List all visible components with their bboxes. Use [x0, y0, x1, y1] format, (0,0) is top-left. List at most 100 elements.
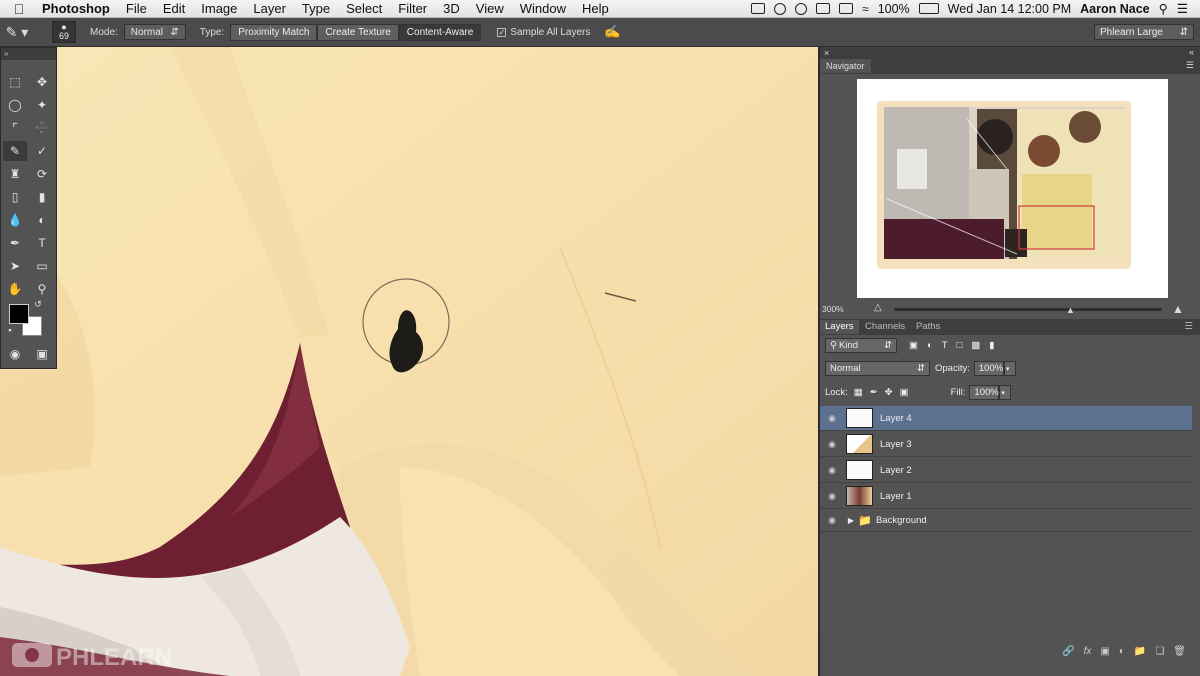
eye-icon[interactable]: ◉: [820, 439, 844, 450]
search-icon[interactable]: ⚲: [1159, 1, 1168, 16]
type-proximity-match[interactable]: Proximity Match: [230, 23, 318, 41]
tab-channels[interactable]: Channels: [860, 320, 910, 334]
menu-window[interactable]: Window: [512, 1, 574, 16]
menu-edit[interactable]: Edit: [155, 1, 193, 16]
stamp-tool-icon[interactable]: ♜: [3, 164, 27, 184]
navigator-preview[interactable]: [857, 79, 1168, 298]
quick-mask-icon[interactable]: ◉: [3, 344, 27, 364]
expand-triangle-icon[interactable]: ▶: [844, 516, 858, 525]
eye-icon[interactable]: ◉: [820, 491, 844, 502]
filter-type-icon[interactable]: T: [942, 340, 948, 351]
layer-row-layer-2[interactable]: ◉ Layer 2: [820, 458, 1192, 483]
battery-icon[interactable]: [918, 3, 939, 14]
eye-icon[interactable]: ◉: [820, 413, 844, 424]
airplay-icon[interactable]: [839, 3, 854, 14]
creative-cloud-icon[interactable]: [774, 2, 787, 15]
lasso-tool-icon[interactable]: ◯: [3, 95, 27, 115]
tools-panel-collapse[interactable]: »: [1, 48, 56, 60]
layer-style-icon[interactable]: fx: [1084, 646, 1092, 657]
blur-tool-icon[interactable]: 💧: [3, 210, 27, 230]
zoom-slider-track[interactable]: [894, 308, 1162, 311]
brush-preset-picker[interactable]: ● 69: [52, 21, 76, 43]
menu-image[interactable]: Image: [193, 1, 245, 16]
filter-smart-object-icon[interactable]: ▩: [971, 340, 980, 351]
panel-menu-icon[interactable]: ☰: [1186, 60, 1194, 71]
opacity-input[interactable]: 100%: [973, 361, 1004, 376]
magic-wand-icon[interactable]: ✦: [30, 95, 54, 115]
zoom-slider-thumb-icon[interactable]: ▲: [1066, 305, 1075, 315]
menu-file[interactable]: File: [118, 1, 155, 16]
screen-mode-icon[interactable]: ▣: [30, 344, 54, 364]
type-tool-icon[interactable]: T: [30, 233, 54, 253]
eye-icon[interactable]: ◉: [820, 465, 844, 476]
layer-row-layer-3[interactable]: ◉ Layer 3: [820, 432, 1192, 457]
menu-app-name[interactable]: Photoshop: [38, 1, 118, 16]
list-icon[interactable]: ☰: [1177, 1, 1188, 16]
lock-transparent-icon[interactable]: ▦: [854, 387, 863, 398]
menu-3d[interactable]: 3D: [435, 1, 468, 16]
close-icon[interactable]: ×: [824, 48, 829, 58]
marquee-tool-icon[interactable]: ⬚: [3, 72, 27, 92]
menu-filter[interactable]: Filter: [390, 1, 435, 16]
tab-navigator[interactable]: Navigator: [820, 59, 871, 73]
collapse-icon[interactable]: «: [1189, 47, 1194, 57]
type-create-texture[interactable]: Create Texture: [317, 23, 399, 41]
wifi-icon[interactable]: ≈: [862, 2, 869, 16]
default-colors-icon[interactable]: ▪: [3, 324, 17, 336]
layer-row-layer-1[interactable]: ◉ Layer 1: [820, 484, 1192, 509]
type-content-aware[interactable]: Content-Aware: [398, 23, 482, 41]
filter-adjustment-icon[interactable]: ◐: [927, 340, 933, 351]
dodge-tool-icon[interactable]: ◐: [30, 210, 54, 230]
spot-healing-brush-icon[interactable]: ✎ ▾: [0, 21, 34, 43]
pen-tool-icon[interactable]: ✒: [3, 233, 27, 253]
hand-tool-icon[interactable]: ✋: [3, 279, 27, 299]
filter-toggle-icon[interactable]: ▮: [989, 340, 994, 351]
zoom-in-icon[interactable]: ▲: [1172, 302, 1184, 316]
adjustment-layer-icon[interactable]: ◐: [1119, 646, 1125, 657]
shape-tool-icon[interactable]: ▭: [30, 256, 54, 276]
camera-icon[interactable]: [751, 3, 766, 14]
navigator-zoom-value[interactable]: 300%: [822, 304, 844, 314]
layer-row-background[interactable]: ◉ ▶ 📁 Background: [820, 510, 1192, 532]
move-tool-icon[interactable]: ✥: [30, 72, 54, 92]
add-mask-icon[interactable]: ▣: [1100, 646, 1109, 657]
fill-dropdown-icon[interactable]: ▾: [999, 385, 1012, 400]
pressure-size-icon[interactable]: ✍: [604, 24, 620, 40]
user-name[interactable]: Aaron Nace: [1080, 2, 1149, 16]
fill-input[interactable]: 100%: [969, 385, 1000, 400]
blend-mode-select[interactable]: Normal ⇵: [825, 361, 930, 376]
foreground-color-swatch[interactable]: [9, 304, 29, 324]
menu-type[interactable]: Type: [294, 1, 338, 16]
path-selection-icon[interactable]: ➤: [3, 256, 27, 276]
tab-layers[interactable]: Layers: [820, 320, 859, 334]
gradient-tool-icon[interactable]: ▮: [30, 187, 54, 207]
mode-select[interactable]: Normal ⇵: [123, 24, 186, 40]
zoom-out-icon[interactable]: △: [874, 302, 882, 313]
tab-paths[interactable]: Paths: [911, 320, 945, 334]
apple-icon[interactable]: : [0, 1, 38, 17]
lock-all-icon[interactable]: ▣: [900, 387, 909, 398]
menu-help[interactable]: Help: [574, 1, 617, 16]
window-icon[interactable]: [816, 3, 831, 14]
eyedropper-icon[interactable]: ➗: [30, 118, 54, 138]
menu-layer[interactable]: Layer: [245, 1, 294, 16]
zoom-tool-icon[interactable]: ⚲: [30, 279, 54, 299]
filter-pixel-icon[interactable]: ▣: [909, 340, 918, 351]
spot-healing-tool-icon[interactable]: ✎: [3, 141, 27, 161]
lock-position-icon[interactable]: ✥: [885, 387, 893, 398]
swap-colors-icon[interactable]: ↺: [31, 298, 45, 310]
link-layers-icon[interactable]: 🔗: [1062, 646, 1074, 657]
new-group-icon[interactable]: 📁: [1134, 646, 1146, 657]
eraser-tool-icon[interactable]: ▯: [3, 187, 27, 207]
sample-all-layers-checkbox[interactable]: ✓ Sample All Layers: [497, 27, 590, 38]
history-brush-icon[interactable]: ⟳: [30, 164, 54, 184]
clock[interactable]: Wed Jan 14 12:00 PM: [948, 2, 1071, 16]
filter-shape-icon[interactable]: □: [957, 340, 963, 351]
eye-icon[interactable]: ◉: [820, 515, 844, 526]
document-canvas[interactable]: PHLEARN: [0, 47, 818, 676]
sync-icon[interactable]: [795, 2, 808, 15]
layer-row-layer-4[interactable]: ◉ Layer 4: [820, 406, 1192, 431]
new-layer-icon[interactable]: ❏: [1155, 646, 1164, 657]
crop-tool-icon[interactable]: ⌜: [3, 118, 27, 138]
brush-tool-icon[interactable]: ✓: [30, 141, 54, 161]
